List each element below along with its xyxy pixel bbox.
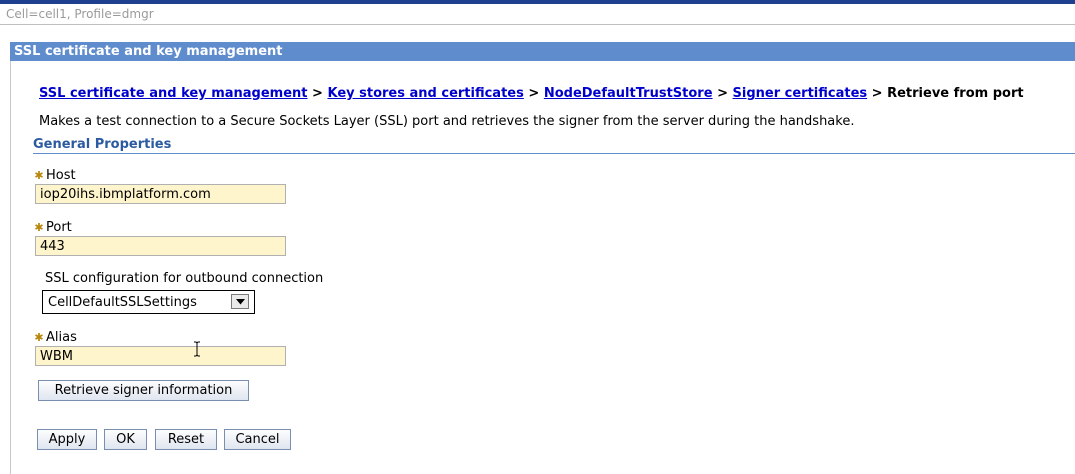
breadcrumb-separator: >	[871, 86, 883, 101]
port-label-row: ✱ Port	[33, 220, 72, 235]
required-icon: ✱	[34, 331, 44, 344]
section-header: General Properties	[33, 137, 1075, 154]
breadcrumb-separator: >	[717, 86, 728, 101]
breadcrumb-signer-certificates-link[interactable]: Signer certificates	[733, 86, 868, 101]
panel-title: SSL certificate and key management	[10, 42, 1075, 61]
required-icon: ✱	[34, 221, 44, 234]
page-description: Makes a test connection to a Secure Sock…	[39, 114, 855, 129]
apply-button[interactable]: Apply	[37, 429, 97, 450]
text-cursor-icon	[194, 341, 200, 357]
breadcrumb-trust-store-link[interactable]: NodeDefaultTrustStore	[544, 86, 713, 101]
breadcrumb-separator: >	[528, 86, 540, 101]
breadcrumb: SSL certificate and key management > Key…	[39, 86, 1024, 101]
reset-button[interactable]: Reset	[155, 429, 217, 450]
alias-label: Alias	[46, 330, 77, 345]
breadcrumb-current: Retrieve from port	[887, 86, 1024, 101]
panel-border	[10, 61, 11, 474]
required-icon: ✱	[34, 169, 44, 182]
ssl-config-select[interactable]: CellDefaultSSLSettings	[42, 290, 255, 314]
port-input[interactable]	[35, 236, 286, 256]
port-label: Port	[46, 220, 72, 235]
host-input[interactable]	[35, 184, 286, 204]
alias-label-row: ✱ Alias	[33, 330, 77, 345]
context-bar: Cell=cell1, Profile=dmgr	[0, 4, 1075, 25]
dropdown-arrow-icon[interactable]	[231, 294, 249, 309]
ssl-config-label: SSL configuration for outbound connectio…	[45, 271, 324, 286]
alias-input[interactable]	[35, 346, 286, 366]
retrieve-signer-button[interactable]: Retrieve signer information	[38, 380, 249, 401]
host-label: Host	[46, 168, 76, 183]
breadcrumb-separator: >	[312, 86, 323, 101]
breadcrumb-ssl-management-link[interactable]: SSL certificate and key management	[39, 86, 308, 101]
ssl-config-selected: CellDefaultSSLSettings	[48, 295, 197, 310]
cancel-button[interactable]: Cancel	[224, 429, 291, 450]
ok-button[interactable]: OK	[104, 429, 147, 450]
breadcrumb-key-stores-link[interactable]: Key stores and certificates	[327, 86, 523, 101]
host-label-row: ✱ Host	[33, 168, 76, 183]
